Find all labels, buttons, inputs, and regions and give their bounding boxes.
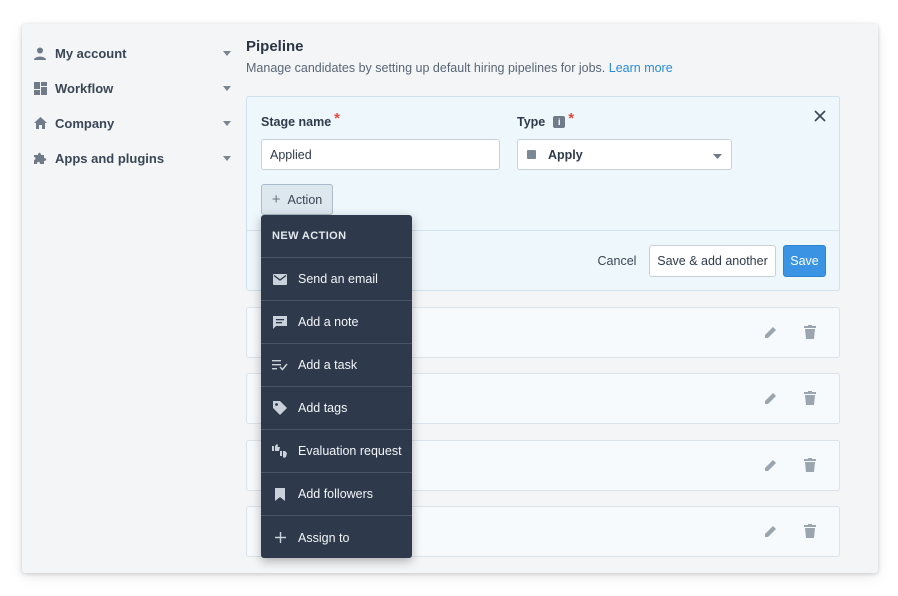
tag-icon bbox=[272, 400, 288, 416]
sidebar-item-label: Apps and plugins bbox=[55, 150, 165, 166]
edit-icon[interactable] bbox=[764, 391, 778, 405]
thumbs-icon bbox=[272, 443, 288, 459]
add-action-button[interactable]: + Action bbox=[261, 184, 333, 215]
comment-icon bbox=[272, 314, 288, 330]
plus-icon bbox=[272, 530, 288, 546]
stage-name-input[interactable] bbox=[261, 139, 500, 170]
sidebar-item-label: My account bbox=[55, 45, 127, 61]
menu-item-add-task[interactable]: Add a task bbox=[261, 344, 412, 387]
bookmark-icon bbox=[272, 486, 288, 502]
menu-item-label: Add a task bbox=[298, 358, 358, 372]
stage-name-label: Stage name * bbox=[261, 110, 341, 130]
close-icon[interactable] bbox=[813, 109, 827, 123]
sidebar-item-apps-and-plugins[interactable]: Apps and plugins bbox=[32, 145, 232, 171]
type-label: Type i * bbox=[517, 110, 575, 130]
sidebar-item-my-account[interactable]: My account bbox=[32, 40, 232, 66]
chevron-down-icon bbox=[222, 48, 232, 58]
app-window: My account Workflow Company Apps and plu… bbox=[22, 24, 878, 573]
menu-item-label: Add followers bbox=[298, 487, 374, 501]
menu-item-label: Send an email bbox=[298, 272, 378, 286]
plus-icon: + bbox=[271, 191, 281, 208]
type-label-text: Type bbox=[517, 114, 546, 129]
task-list-icon bbox=[272, 357, 288, 373]
mail-icon bbox=[272, 271, 288, 287]
save-button[interactable]: Save bbox=[783, 245, 826, 277]
subtitle-text: Manage candidates by setting up default … bbox=[246, 61, 606, 75]
action-button-label: Action bbox=[287, 192, 323, 207]
person-icon bbox=[32, 45, 48, 61]
menu-item-add-followers[interactable]: Add followers bbox=[261, 473, 412, 516]
sidebar: My account Workflow Company Apps and plu… bbox=[22, 24, 244, 573]
menu-item-assign-to[interactable]: Assign to bbox=[261, 516, 412, 558]
stage-name-label-text: Stage name bbox=[261, 114, 332, 129]
sidebar-item-label: Company bbox=[55, 115, 115, 131]
puzzle-icon bbox=[32, 150, 48, 166]
dashboard-icon bbox=[32, 80, 48, 96]
trash-icon[interactable] bbox=[804, 325, 818, 339]
menu-item-evaluation-request[interactable]: Evaluation request bbox=[261, 430, 412, 473]
page-subtitle: Manage candidates by setting up default … bbox=[246, 61, 673, 75]
edit-icon[interactable] bbox=[764, 458, 778, 472]
stage-type-color-icon bbox=[527, 150, 536, 159]
menu-item-label: Assign to bbox=[298, 530, 350, 545]
menu-item-add-note[interactable]: Add a note bbox=[261, 301, 412, 344]
required-mark: * bbox=[334, 110, 341, 127]
cancel-button[interactable]: Cancel bbox=[587, 245, 647, 277]
home-icon bbox=[32, 115, 48, 131]
menu-item-label: Add a note bbox=[298, 315, 359, 329]
edit-icon[interactable] bbox=[764, 524, 778, 538]
page-title: Pipeline bbox=[246, 38, 304, 55]
chevron-down-icon bbox=[222, 83, 232, 93]
menu-item-label: Add tags bbox=[298, 401, 348, 415]
learn-more-link[interactable]: Learn more bbox=[609, 61, 673, 75]
trash-icon[interactable] bbox=[804, 524, 818, 538]
chevron-down-icon bbox=[222, 153, 232, 163]
chevron-down-icon bbox=[222, 118, 232, 128]
edit-icon[interactable] bbox=[764, 325, 778, 339]
new-action-menu: NEW ACTION Send an email Add a note Add … bbox=[261, 215, 412, 558]
required-mark: * bbox=[568, 110, 575, 127]
type-select-value: Apply bbox=[548, 147, 583, 162]
save-and-add-another-button[interactable]: Save & add another bbox=[649, 245, 776, 277]
menu-item-send-email[interactable]: Send an email bbox=[261, 258, 412, 301]
sidebar-item-label: Workflow bbox=[55, 80, 114, 96]
menu-header: NEW ACTION bbox=[261, 215, 412, 258]
menu-item-label: Evaluation request bbox=[298, 444, 402, 458]
trash-icon[interactable] bbox=[804, 391, 818, 405]
sidebar-item-company[interactable]: Company bbox=[32, 110, 232, 136]
trash-icon[interactable] bbox=[804, 458, 818, 472]
info-icon[interactable]: i bbox=[553, 115, 566, 128]
caret-down-icon bbox=[713, 148, 722, 162]
menu-item-add-tags[interactable]: Add tags bbox=[261, 387, 412, 430]
type-select[interactable]: Apply bbox=[517, 139, 732, 170]
sidebar-item-workflow[interactable]: Workflow bbox=[32, 75, 232, 101]
